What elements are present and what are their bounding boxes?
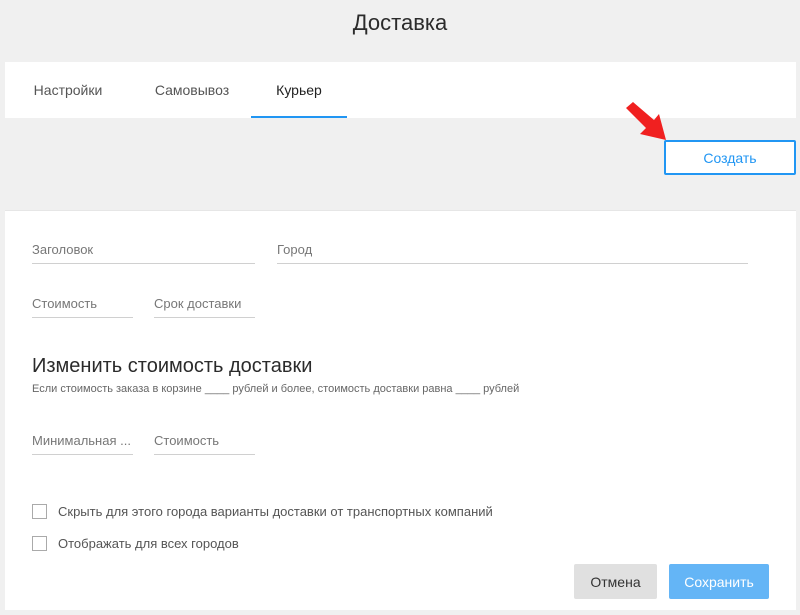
red-arrow-icon [626,102,666,140]
show-all-cities-checkbox[interactable] [32,535,47,551]
cost-field [32,290,133,318]
save-button[interactable]: Сохранить [669,564,769,599]
discount-cost-input[interactable] [154,427,255,453]
city-input[interactable] [277,236,748,262]
tabs-bar: Настройки Самовывоз Курьер [5,62,796,118]
hide-transport-checkbox[interactable] [32,503,47,519]
delivery-form-card: Изменить стоимость доставки Если стоимос… [5,210,796,610]
min-order-input[interactable] [32,427,133,453]
cancel-button[interactable]: Отмена [574,564,657,599]
show-all-cities-option: Отображать для всех городов [32,534,239,552]
tab-settings[interactable]: Настройки [21,62,115,118]
discount-cost-field [154,427,255,455]
create-button[interactable]: Создать [664,140,796,175]
hide-transport-label: Скрыть для этого города варианты доставк… [58,503,493,519]
tab-courier[interactable]: Курьер [251,62,347,118]
min-order-field [32,427,133,455]
cost-input[interactable] [32,290,133,316]
show-all-cities-label: Отображать для всех городов [58,535,239,551]
delivery-time-field [154,290,255,318]
title-input[interactable] [32,236,255,262]
tab-pickup[interactable]: Самовывоз [139,62,245,118]
delivery-time-input[interactable] [154,290,255,316]
page-title: Доставка [352,10,448,35]
city-field [277,236,748,264]
hide-transport-option: Скрыть для этого города варианты доставк… [32,502,493,520]
title-field [32,236,255,264]
section-subtitle: Если стоимость заказа в корзине ____ руб… [32,383,520,395]
section-title: Изменить стоимость доставки [32,355,313,377]
